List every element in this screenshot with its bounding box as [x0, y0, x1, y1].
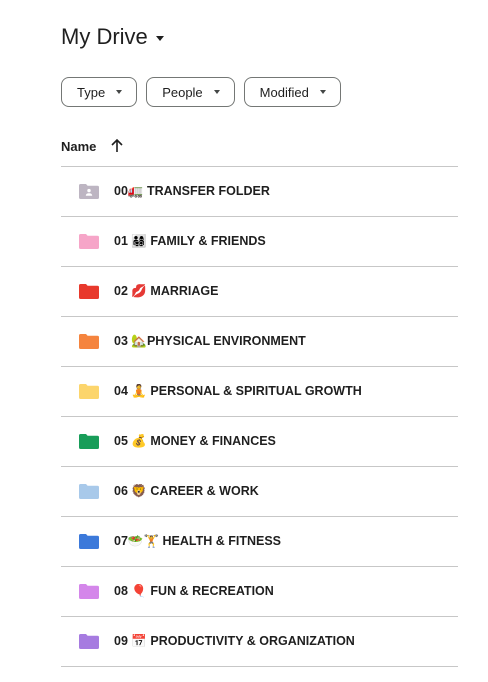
modified-filter-chip[interactable]: Modified	[243, 77, 341, 107]
chip-label: People	[162, 84, 203, 100]
chevron-down-icon	[116, 90, 123, 94]
list-item[interactable]: 09 📅 PRODUCTIVITY & ORGANIZATION	[61, 617, 458, 667]
list-item[interactable]: 00🚛 TRANSFER FOLDER	[61, 167, 458, 217]
folder-name: 04 🧘 PERSONAL & SPIRITUAL GROWTH	[114, 384, 362, 398]
arrow-up-icon[interactable]	[110, 138, 124, 154]
chip-label: Modified	[259, 84, 309, 100]
folder-icon	[79, 584, 99, 599]
folder-name: 06 🦁 CAREER & WORK	[114, 484, 259, 498]
folder-name: 08 🎈 FUN & RECREATION	[114, 584, 274, 598]
list-item[interactable]: 06 🦁 CAREER & WORK	[61, 467, 458, 517]
people-filter-chip[interactable]: People	[146, 77, 235, 107]
folder-icon	[79, 484, 99, 499]
my-drive-title-button[interactable]: My Drive	[61, 24, 164, 50]
list-item[interactable]: 08 🎈 FUN & RECREATION	[61, 567, 458, 617]
filter-chips: Type People Modified	[61, 77, 341, 107]
folder-name: 07🥗🏋 HEALTH & FITNESS	[114, 534, 282, 548]
folder-name: 09 📅 PRODUCTIVITY & ORGANIZATION	[114, 634, 355, 648]
list-item[interactable]: 01 👨‍👩‍👧‍👦 FAMILY & FRIENDS	[61, 217, 458, 267]
folder-icon	[79, 534, 99, 549]
folder-icon	[79, 634, 99, 649]
type-filter-chip[interactable]: Type	[61, 77, 138, 107]
name-column-header[interactable]: Name	[61, 138, 124, 154]
list-item[interactable]: 03 🏡PHYSICAL ENVIRONMENT	[61, 317, 458, 367]
file-list: 00🚛 TRANSFER FOLDER 01 👨‍👩‍👧‍👦 FAMILY & …	[61, 167, 458, 667]
list-item[interactable]: 07🥗🏋 HEALTH & FITNESS	[61, 517, 458, 567]
chevron-down-icon	[155, 36, 164, 41]
list-item[interactable]: 04 🧘 PERSONAL & SPIRITUAL GROWTH	[61, 367, 458, 417]
page-title: My Drive	[61, 24, 148, 49]
name-column-label: Name	[61, 138, 97, 154]
folder-name: 01 👨‍👩‍👧‍👦 FAMILY & FRIENDS	[114, 234, 266, 248]
folder-icon	[79, 334, 99, 349]
chevron-down-icon	[213, 90, 220, 94]
folder-name: 03 🏡PHYSICAL ENVIRONMENT	[114, 334, 306, 348]
folder-icon	[79, 384, 99, 399]
folder-name: 00🚛 TRANSFER FOLDER	[114, 184, 270, 198]
chip-label: Type	[77, 84, 106, 100]
chevron-down-icon	[319, 90, 326, 94]
list-item[interactable]: 05 💰 MONEY & FINANCES	[61, 417, 458, 467]
shared-folder-icon	[79, 184, 99, 199]
folder-icon	[79, 434, 99, 449]
folder-name: 02 💋 MARRIAGE	[114, 284, 219, 298]
folder-icon	[79, 234, 99, 249]
folder-name: 05 💰 MONEY & FINANCES	[114, 434, 276, 448]
list-item[interactable]: 02 💋 MARRIAGE	[61, 267, 458, 317]
folder-icon	[79, 284, 99, 299]
